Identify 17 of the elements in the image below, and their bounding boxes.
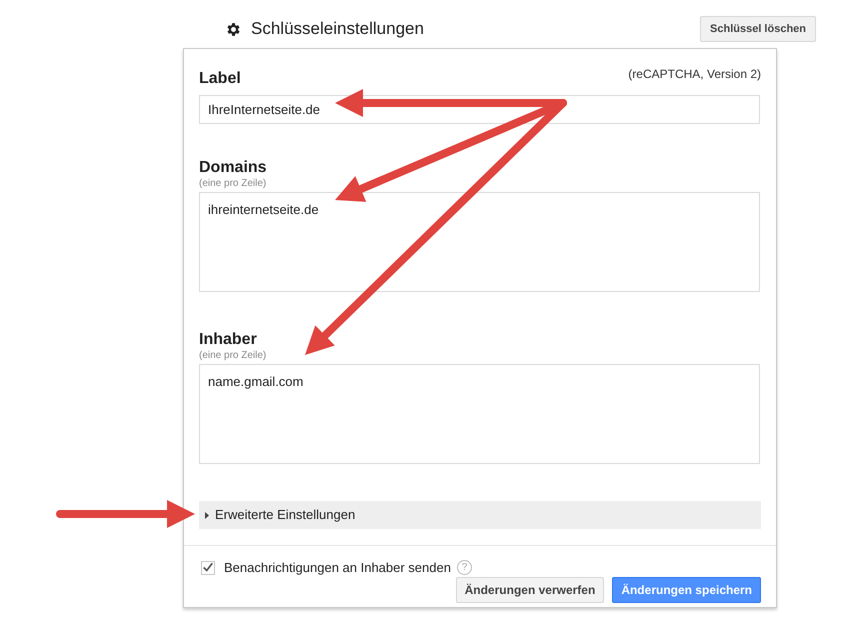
field-hint: (eine pro Zeile) <box>199 350 268 362</box>
textarea-field[interactable]: ihreinternetseite.de <box>199 192 760 292</box>
advanced-settings-toggle[interactable]: Erweiterte Einstellungen <box>199 501 761 529</box>
page-title: Schlüsseleinstellungen <box>251 18 424 40</box>
field-label: Inhaber <box>199 330 257 350</box>
notify-label: Benachrichtigungen an Inhaber senden <box>224 559 451 577</box>
discard-button[interactable]: Änderungen verwerfen <box>456 577 604 603</box>
delete-key-button[interactable]: Schlüssel löschen <box>700 16 816 42</box>
field-hint: (eine pro Zeile) <box>199 178 268 190</box>
field-label: Label <box>199 69 241 89</box>
checkbox[interactable] <box>201 560 215 575</box>
caret-icon <box>205 512 209 518</box>
textarea-field[interactable]: name.gmail.com <box>199 364 760 464</box>
field-label: Domains <box>199 158 267 178</box>
version-note: (reCAPTCHA, Version 2) <box>628 66 761 83</box>
label-input[interactable]: IhreInternetseite.de <box>199 95 760 124</box>
settings-icon <box>225 20 242 38</box>
